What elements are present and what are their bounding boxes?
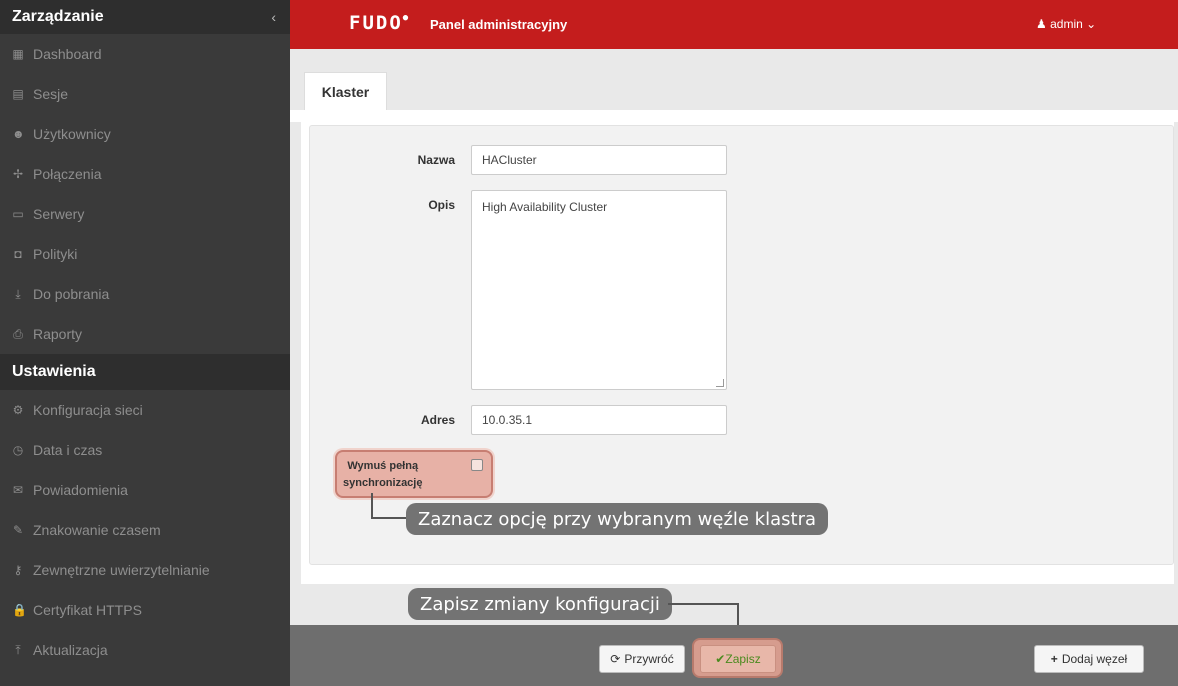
sidebar-item-label: Do pobrania [33,286,110,302]
sidebar-item-label: Dashboard [33,46,102,62]
print-icon: ⎙ [13,326,23,341]
sidebar-menu-settings: ⚙ Konfiguracja sieci ◷ Data i czas ✉ Powiad… [0,390,290,670]
plus-icon: + [1050,652,1058,666]
user-menu[interactable]: ♟ admin ⌄ [1036,17,1096,31]
force-sync-highlight: Wymuś pełną synchronizację [335,450,493,498]
download-icon: ⤓ [15,286,21,301]
cluster-form: Nazwa HACluster Opis High Availability C… [309,125,1174,565]
revert-label: Przywróć [624,652,674,666]
sidebar-item-network-config[interactable]: ⚙ Konfiguracja sieci [0,390,290,430]
tab-cluster[interactable]: Klaster [304,72,387,110]
sidebar-item-https-cert[interactable]: 🔒 Certyfikat HTTPS [0,590,290,630]
envelope-icon: ✉ [12,483,24,497]
sidebar-item-users[interactable]: ☻ Użytkownicy [0,114,290,154]
sidebar-section-settings: Ustawienia [0,354,290,390]
callout-save-changes: Zapisz zmiany konfiguracji [408,588,672,620]
tab-underline [290,110,1178,122]
force-sync-label: Wymuś pełną synchronizację [343,458,422,492]
sidebar-item-label: Aktualizacja [33,642,108,658]
chevron-down-icon: ⌄ [1086,17,1097,31]
collapse-chevron-icon[interactable]: ‹ [271,9,276,25]
address-label: Adres [420,413,455,427]
clock-icon: ◷ [12,443,24,457]
top-bar: FUDO● Panel administracyjny ♟ admin ⌄ [290,0,1178,49]
dashboard-icon: ▦ [12,47,24,61]
description-value: High Availability Cluster [482,200,608,214]
sidebar-item-label: Data i czas [33,442,103,458]
edit-icon: ✎ [12,523,24,537]
sidebar-item-label: Certyfikat HTTPS [33,602,142,618]
name-field[interactable]: HACluster [471,145,727,175]
lock-icon: 🔒 [12,603,27,617]
sidebar-item-sessions[interactable]: ▤ Sesje [0,74,290,114]
fudo-logo: FUDO● [349,12,408,34]
sidebar-header: Zarządzanie ‹ [0,0,290,34]
user-icon: ♟ [1036,17,1047,31]
sidebar-item-reports[interactable]: ⎙ Raporty [0,314,290,354]
callout-select-node: Zaznacz opcję przy wybranym węźle klastr… [406,503,829,535]
force-sync-checkbox[interactable] [471,459,483,471]
sidebar-item-label: Znakowanie czasem [33,522,161,538]
check-icon: ✔ [715,652,726,666]
sidebar-item-connections[interactable]: ✢ Połączenia [0,154,290,194]
sidebar-item-servers[interactable]: ▭ Serwery [0,194,290,234]
sidebar-title: Zarządzanie [12,8,104,25]
address-field[interactable]: 10.0.35.1 [471,405,727,435]
bottom-action-bar: ⟳ Przywróć ✔ Zapisz + Dodaj węzeł [290,625,1178,686]
sidebar-item-label: Sesje [33,86,69,102]
sidebar-item-label: Połączenia [33,166,102,182]
callout-connector [371,493,373,518]
sidebar-item-label: Konfiguracja sieci [33,402,143,418]
key-icon: ⚷ [13,563,23,577]
main-content: Klaster Nazwa HACluster Opis High Availa… [290,49,1178,625]
sidebar-item-dashboard[interactable]: ▦ Dashboard [0,34,290,74]
resize-handle[interactable] [716,379,724,387]
sidebar: Zarządzanie ‹ ▦ Dashboard ▤ Sesje ☻ Użytkow… [0,0,290,686]
connections-icon: ✢ [12,167,24,181]
user-name: admin [1050,17,1083,31]
description-label: Opis [428,198,455,212]
sidebar-item-label: Użytkownicy [33,126,111,142]
shield-icon: ◘ [14,247,22,261]
logo-dot: ● [402,13,409,23]
sidebar-menu-manage: ▦ Dashboard ▤ Sesje ☻ Użytkownicy ✢ Połączen… [0,34,290,354]
name-label: Nazwa [417,153,455,167]
sidebar-item-label: Serwery [33,206,85,222]
save-label: Zapisz [725,652,761,666]
callout-connector [371,517,408,519]
sidebar-item-label: Raporty [33,326,83,342]
sidebar-item-timestamping[interactable]: ✎ Znakowanie czasem [0,510,290,550]
sidebar-item-update[interactable]: ⤒ Aktualizacja [0,630,290,670]
sidebar-item-label: Zewnętrzne uwierzytelnianie [33,562,210,578]
callout-connector [668,603,738,605]
save-highlight: ✔ Zapisz [692,638,783,678]
sidebar-item-policies[interactable]: ◘ Polityki [0,234,290,274]
gears-icon: ⚙ [12,403,24,417]
sessions-icon: ▤ [12,87,24,101]
users-icon: ☻ [12,127,25,141]
sidebar-item-label: Powiadomienia [33,482,128,498]
add-node-label: Dodaj węzeł [1061,652,1128,666]
add-node-button[interactable]: + Dodaj węzeł [1034,645,1144,673]
refresh-icon: ⟳ [610,652,621,666]
sidebar-item-external-auth[interactable]: ⚷ Zewnętrzne uwierzytelnianie [0,550,290,590]
sidebar-item-date-time[interactable]: ◷ Data i czas [0,430,290,470]
description-field[interactable]: High Availability Cluster [471,190,727,390]
sidebar-item-label: Polityki [33,246,78,262]
save-button[interactable]: ✔ Zapisz [700,645,776,673]
force-sync-label-line1: Wymuś pełną [347,460,419,472]
revert-button[interactable]: ⟳ Przywróć [599,645,685,673]
upload-icon: ⤒ [15,642,21,657]
force-sync-label-line2: synchronizację [343,477,423,489]
servers-icon: ▭ [12,207,24,221]
panel-title: Panel administracyjny [430,17,568,32]
sidebar-item-notifications[interactable]: ✉ Powiadomienia [0,470,290,510]
sidebar-item-downloads[interactable]: ⤓ Do pobrania [0,274,290,314]
logo-text: FUDO [349,12,403,34]
